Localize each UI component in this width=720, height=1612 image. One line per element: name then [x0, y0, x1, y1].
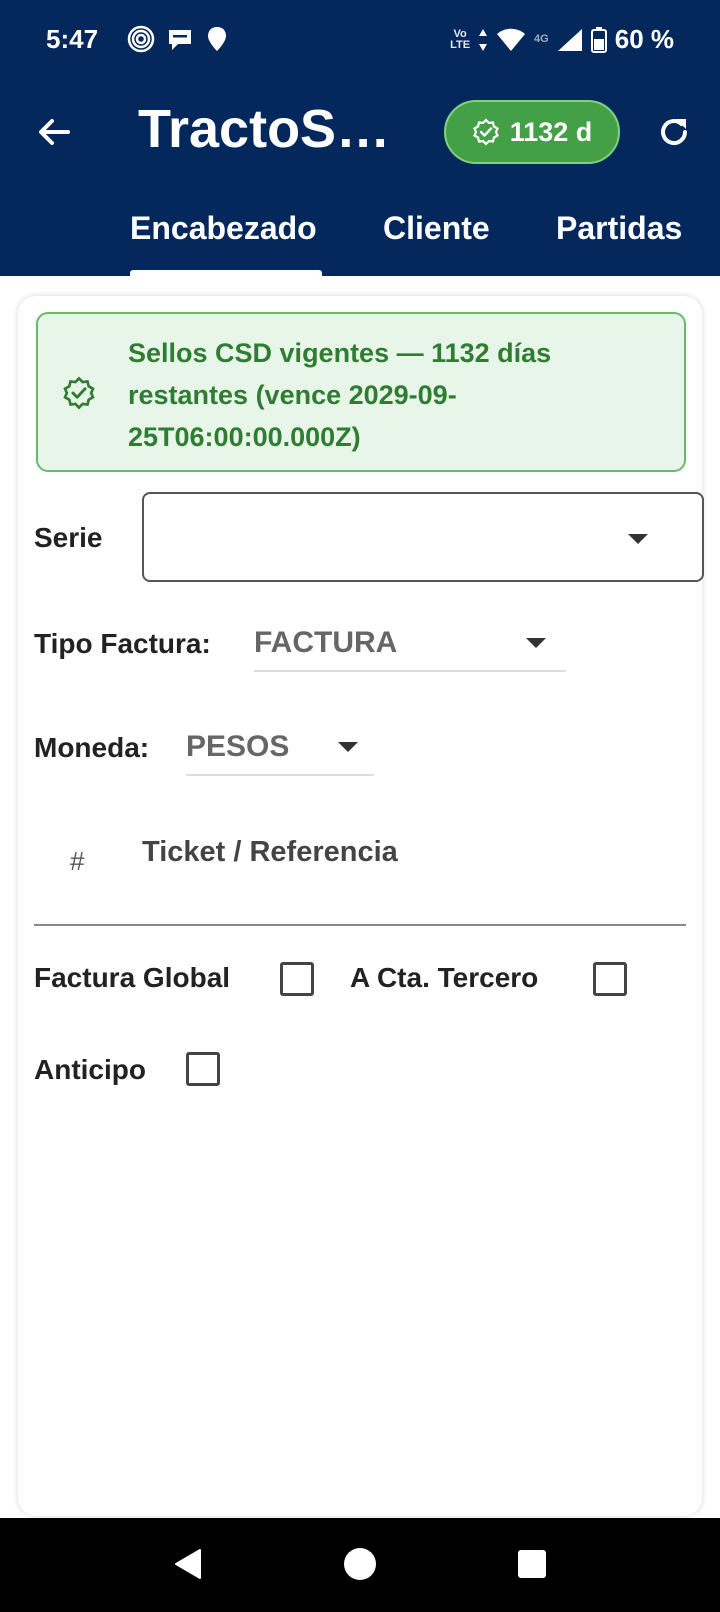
- anticipo-label: Anticipo: [34, 1054, 146, 1085]
- chevron-down-icon: [526, 638, 546, 648]
- location-icon: [208, 27, 226, 51]
- tab-indicator: [130, 270, 322, 276]
- status-time: 5:47: [46, 24, 99, 54]
- triangle-back-icon: [175, 1549, 201, 1579]
- volte-label: Vo LTE: [450, 27, 471, 51]
- refresh-icon: [661, 119, 688, 146]
- moneda-label: Moneda:: [34, 732, 150, 763]
- tab-bar: Encabezado Cliente Partidas: [0, 200, 720, 276]
- back-button[interactable]: [30, 108, 78, 156]
- circle-home-icon: [344, 1548, 376, 1580]
- tipo-factura-label: Tipo Factura:: [34, 628, 211, 659]
- serie-dropdown[interactable]: [142, 492, 704, 582]
- tipo-factura-dropdown[interactable]: FACTURA: [254, 606, 566, 672]
- serie-label: Serie: [34, 522, 103, 553]
- hash-icon: #: [70, 846, 85, 876]
- refresh-button[interactable]: [650, 108, 698, 156]
- wifi-icon: [497, 28, 526, 51]
- data-arrows-icon: [479, 28, 488, 51]
- page-title: TractoSo...: [138, 99, 408, 159]
- system-nav-bar: [0, 1518, 720, 1612]
- a-cta-tercero-checkbox[interactable]: [593, 962, 627, 996]
- a-cta-tercero-label: A Cta. Tercero: [350, 962, 539, 993]
- ticket-placeholder: Ticket / Referencia: [142, 836, 398, 868]
- factura-global-label: Factura Global: [34, 962, 231, 993]
- cert-days-chip[interactable]: 1132 d: [444, 100, 620, 164]
- moneda-dropdown[interactable]: PESOS: [186, 710, 374, 776]
- signal-icon: [557, 28, 582, 51]
- nav-recents-button[interactable]: [512, 1544, 552, 1584]
- csd-status-alert: Sellos CSD vigentes — 1132 días restante…: [36, 312, 686, 472]
- fingerprint-icon: [127, 25, 155, 53]
- system-status: Vo LTE 4G 60 %: [450, 24, 674, 55]
- square-recents-icon: [518, 1550, 546, 1578]
- battery-percent: 60 %: [614, 24, 674, 54]
- status-bar: 5:47 Vo LTE 4G 60 %: [0, 0, 720, 80]
- anticipo-checkbox[interactable]: [186, 1052, 220, 1086]
- tab-cliente[interactable]: Cliente: [383, 210, 490, 247]
- cert-days-label: 1132 d: [509, 116, 593, 147]
- tab-partidas[interactable]: Partidas: [556, 210, 682, 247]
- arrow-left-icon: [39, 119, 70, 145]
- tab-encabezado[interactable]: Encabezado: [130, 210, 317, 247]
- alert-message: Sellos CSD vigentes — 1132 días restante…: [128, 338, 552, 452]
- notification-icons: [126, 24, 230, 54]
- nav-back-button[interactable]: [168, 1544, 208, 1584]
- tipo-factura-value: FACTURA: [254, 626, 398, 659]
- chevron-down-icon: [338, 742, 358, 752]
- ticket-reference-input[interactable]: # Ticket / Referencia: [34, 796, 686, 926]
- chat-icon: [169, 30, 191, 50]
- chevron-down-icon: [628, 534, 648, 544]
- network-type: 4G: [534, 33, 549, 45]
- verified-icon: [63, 376, 95, 410]
- nav-home-button[interactable]: [340, 1544, 380, 1584]
- factura-global-checkbox[interactable]: [280, 962, 314, 996]
- verified-icon: [472, 118, 499, 146]
- battery-icon: [590, 26, 607, 53]
- moneda-value: PESOS: [186, 730, 290, 763]
- app-bar: 5:47 Vo LTE 4G 60 % TractoSo... 1132 d E…: [0, 0, 720, 276]
- form-card: Sellos CSD vigentes — 1132 días restante…: [18, 296, 704, 1516]
